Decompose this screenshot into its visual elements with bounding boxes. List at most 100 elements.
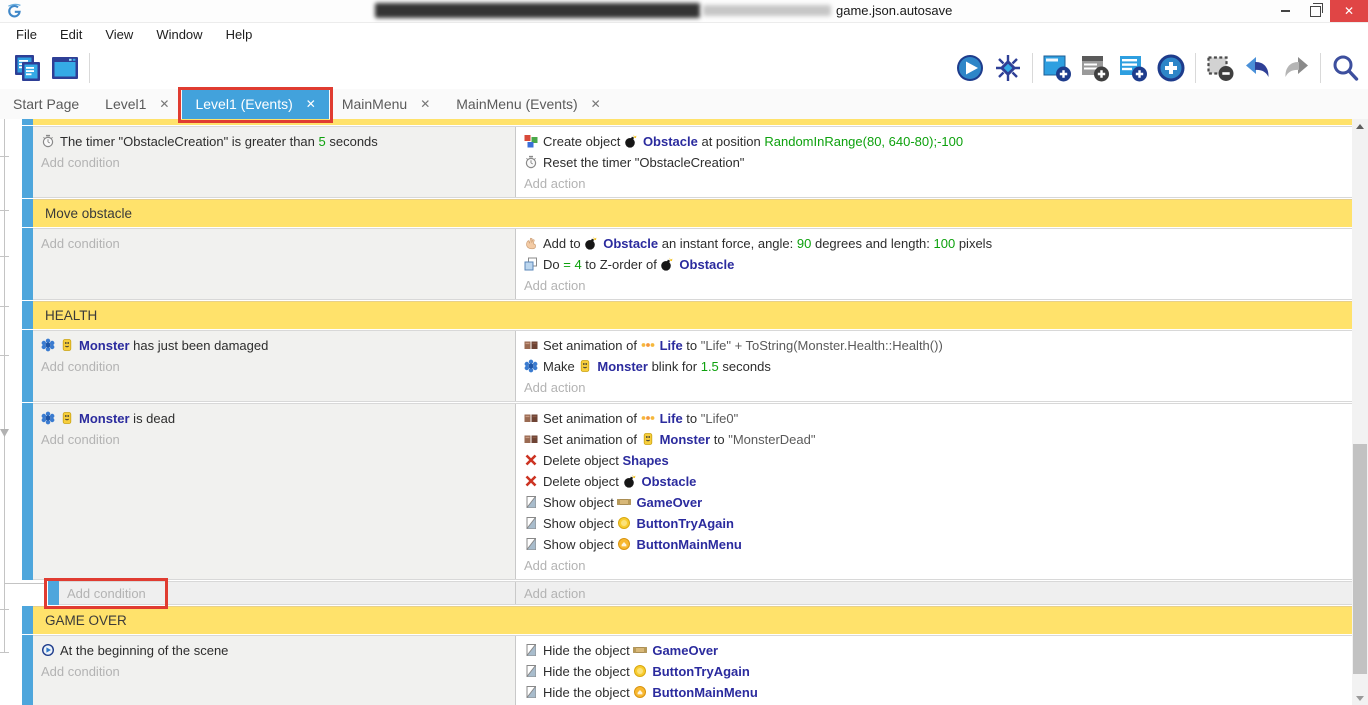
action-line[interactable]: Add to Obstacle an instant force, angle:… <box>516 233 1352 254</box>
add-new-icon[interactable] <box>1155 52 1187 84</box>
action-line[interactable]: Delete object Obstacle <box>516 471 1352 492</box>
action-line[interactable]: Delete object Shapes <box>516 450 1352 471</box>
tab-close-icon[interactable]: ✕ <box>591 97 601 111</box>
actions-cell[interactable]: Set animation of Life to "Life0"Set anim… <box>516 404 1352 579</box>
scrollbar-down-button[interactable] <box>1352 691 1368 705</box>
scrollbar-thumb[interactable] <box>1353 444 1367 674</box>
add-condition-button[interactable]: Add condition <box>33 429 515 450</box>
add-event-icon[interactable] <box>1041 52 1073 84</box>
action-line[interactable]: Set animation of Monster to "MonsterDead… <box>516 429 1352 450</box>
object-name: Obstacle <box>643 134 698 149</box>
add-condition-button[interactable]: Add condition <box>33 233 515 254</box>
action-line[interactable]: Create object Obstacle at position Rando… <box>516 131 1352 152</box>
add-condition-button[interactable]: Add condition <box>33 661 515 682</box>
tab-mainmenu-events-[interactable]: MainMenu (Events)✕ <box>443 89 613 119</box>
menu-help[interactable]: Help <box>219 27 260 42</box>
add-condition-button[interactable]: Add condition <box>33 356 515 377</box>
add-action-button[interactable]: Add action <box>516 173 1352 194</box>
action-line[interactable]: Hide the object ButtonMainMenu <box>516 682 1352 703</box>
action-line[interactable]: Make Monster blink for 1.5 seconds <box>516 356 1352 377</box>
condition-line[interactable]: At the beginning of the scene <box>33 640 515 661</box>
redo-icon[interactable] <box>1280 52 1312 84</box>
tab-level1[interactable]: Level1✕ <box>92 89 182 119</box>
conditions-cell[interactable]: Add condition <box>33 229 516 299</box>
action-line[interactable]: Show object ButtonMainMenu <box>516 534 1352 555</box>
action-line[interactable]: Set animation of Life to "Life0" <box>516 408 1352 429</box>
remove-event-icon[interactable] <box>1204 52 1236 84</box>
tab-start-page[interactable]: Start Page <box>0 89 92 119</box>
event-selection-bar[interactable] <box>22 126 33 198</box>
conditions-cell[interactable]: At the beginning of the scene Add conditi… <box>33 636 516 705</box>
actions-cell[interactable]: Add to Obstacle an instant force, angle:… <box>516 229 1352 299</box>
action-line[interactable]: Show object GameOver <box>516 492 1352 513</box>
add-condition-button[interactable]: Add condition <box>33 152 515 173</box>
tab-close-icon[interactable]: ✕ <box>306 97 316 111</box>
monster-icon <box>60 411 74 425</box>
event-selection-bar[interactable] <box>22 606 33 634</box>
comment-bar[interactable] <box>33 119 1352 125</box>
action-line[interactable]: Set animation of Life to "Life" + ToStri… <box>516 335 1352 356</box>
text-segment: pixels <box>955 236 992 251</box>
timer-icon <box>41 134 55 148</box>
menu-view[interactable]: View <box>98 27 140 42</box>
condition-line[interactable]: The timer "ObstacleCreation" is greater … <box>33 131 515 152</box>
tab-close-icon[interactable]: ✕ <box>420 97 430 111</box>
add-condition-button[interactable]: Add condition <box>59 583 515 604</box>
add-action-button[interactable]: Add action <box>516 555 1352 576</box>
actions-cell[interactable]: Add action <box>516 582 1352 604</box>
scrollbar-up-button[interactable] <box>1352 119 1368 134</box>
conditions-cell[interactable]: Monster has just been damagedAdd conditi… <box>33 331 516 401</box>
debug-icon[interactable] <box>992 52 1024 84</box>
actions-cell[interactable]: Set animation of Life to "Life" + ToStri… <box>516 331 1352 401</box>
action-line[interactable]: Do = 4 to Z-order of Obstacle <box>516 254 1352 275</box>
event-selection-bar[interactable] <box>22 403 33 580</box>
comment-bar[interactable]: Move obstacle <box>33 199 1352 227</box>
tab-close-icon[interactable]: ✕ <box>159 97 169 111</box>
comment-bar[interactable]: GAME OVER <box>33 606 1352 634</box>
action-line[interactable]: Hide the object ButtonTryAgain <box>516 661 1352 682</box>
monster-icon <box>641 432 655 446</box>
close-button[interactable]: ✕ <box>1330 0 1368 22</box>
comment-row-partial <box>0 119 1352 125</box>
add-subevent-icon[interactable] <box>1079 52 1111 84</box>
event-selection-bar[interactable] <box>22 330 33 402</box>
undo-icon[interactable] <box>1242 52 1274 84</box>
conditions-cell[interactable]: Add condition <box>59 582 516 604</box>
event-selection-bar[interactable] <box>22 199 33 227</box>
project-manager-icon[interactable] <box>11 52 43 84</box>
monster-icon <box>60 338 74 352</box>
actions-cell[interactable]: Create object Obstacle at position Rando… <box>516 127 1352 197</box>
event-selection-bar[interactable] <box>22 301 33 329</box>
event-selection-bar[interactable] <box>22 635 33 705</box>
tab-mainmenu[interactable]: MainMenu✕ <box>329 89 443 119</box>
menu-edit[interactable]: Edit <box>53 27 89 42</box>
action-line[interactable]: Show object ButtonTryAgain <box>516 513 1352 534</box>
scene-editor-icon[interactable] <box>49 52 81 84</box>
text-segment: Add condition <box>41 664 120 679</box>
menu-file[interactable]: File <box>9 27 44 42</box>
action-line[interactable]: Reset the timer "ObstacleCreation" <box>516 152 1352 173</box>
object-name: Shapes <box>623 453 669 468</box>
comment-bar[interactable]: HEALTH <box>33 301 1352 329</box>
play-icon[interactable] <box>954 52 986 84</box>
add-action-button[interactable]: Add action <box>516 377 1352 398</box>
add-comment-icon[interactable] <box>1117 52 1149 84</box>
actions-cell[interactable]: Hide the object GameOverHide the object … <box>516 636 1352 705</box>
action-line[interactable]: Hide the object GameOver <box>516 640 1352 661</box>
add-action-button[interactable]: Add action <box>516 275 1352 296</box>
conditions-cell[interactable]: The timer "ObstacleCreation" is greater … <box>33 127 516 197</box>
tab-level1-events-[interactable]: Level1 (Events)✕ <box>182 89 328 119</box>
minimize-button[interactable] <box>1270 0 1300 22</box>
menu-window[interactable]: Window <box>149 27 209 42</box>
restore-button[interactable] <box>1300 0 1330 22</box>
conditions-cell[interactable]: Monster is deadAdd condition <box>33 404 516 579</box>
add-action-button[interactable]: Add action <box>516 583 1352 604</box>
event-selection-bar[interactable] <box>22 228 33 300</box>
search-icon[interactable] <box>1329 52 1361 84</box>
condition-line[interactable]: Monster is dead <box>33 408 515 429</box>
event-selection-bar[interactable] <box>22 119 33 125</box>
condition-line[interactable]: Monster has just been damaged <box>33 335 515 356</box>
text-segment: seconds <box>719 359 771 374</box>
event-selection-bar[interactable] <box>48 581 59 605</box>
obstacle-icon <box>660 257 674 271</box>
